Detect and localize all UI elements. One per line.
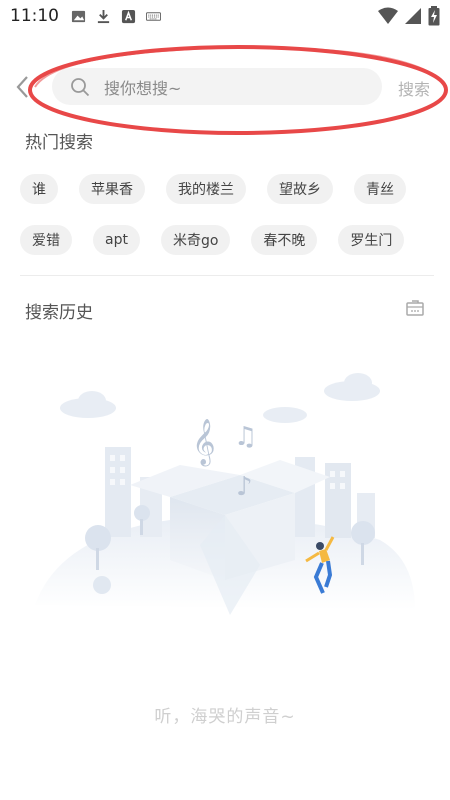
hot-search-tag[interactable]: 望故乡 (267, 174, 333, 204)
hot-search-tag[interactable]: apt (93, 225, 140, 255)
text-icon (121, 9, 136, 23)
search-input[interactable]: 搜你想搜~ (52, 68, 382, 105)
svg-text:♫: ♫ (234, 422, 257, 452)
svg-text:♪: ♪ (236, 472, 253, 502)
search-history-title: 搜索历史 (25, 303, 93, 323)
clear-history-icon[interactable] (405, 298, 425, 318)
svg-text:𝄞: 𝄞 (192, 419, 216, 467)
download-icon (97, 9, 110, 23)
hot-search-tag[interactable]: 我的楼兰 (166, 174, 246, 204)
search-placeholder: 搜你想搜~ (104, 78, 182, 98)
hot-search-tag[interactable]: 罗生门 (338, 225, 405, 255)
image-icon (71, 10, 86, 22)
hot-search-tag[interactable]: 苹果香 (79, 174, 145, 204)
battery-charging-icon (428, 6, 440, 26)
search-icon (71, 77, 90, 96)
status-bar: 11:10 (0, 0, 450, 32)
hot-search-tag[interactable]: 青丝 (354, 174, 406, 204)
hot-search-row-1: 谁 苹果香 我的楼兰 望故乡 青丝 (20, 174, 406, 204)
wifi-icon (378, 7, 398, 24)
hot-search-tag[interactable]: 米奇go (160, 225, 231, 255)
empty-history-text: 听，海哭的声音~ (154, 707, 296, 727)
search-header: 搜你想搜~ 搜索 (0, 60, 450, 114)
keyboard-icon (146, 11, 161, 21)
status-icons-left (71, 9, 161, 24)
section-divider (20, 275, 434, 276)
search-button[interactable]: 搜索 (398, 76, 430, 100)
back-arrow-icon[interactable] (12, 74, 34, 100)
status-time: 11:10 (10, 6, 59, 26)
signal-icon (405, 8, 421, 24)
hot-search-tag[interactable]: 谁 (20, 174, 58, 204)
hot-search-title: 热门搜索 (25, 133, 93, 153)
hot-search-row-2: 爱错 apt 米奇go 春不晚 罗生门 (20, 225, 405, 255)
hot-search-tag[interactable]: 春不晚 (251, 225, 318, 255)
status-icons-right (378, 6, 440, 26)
empty-state-illustration: 𝄞 ♫ ♪ (35, 373, 415, 615)
hot-search-tag[interactable]: 爱错 (20, 225, 72, 255)
